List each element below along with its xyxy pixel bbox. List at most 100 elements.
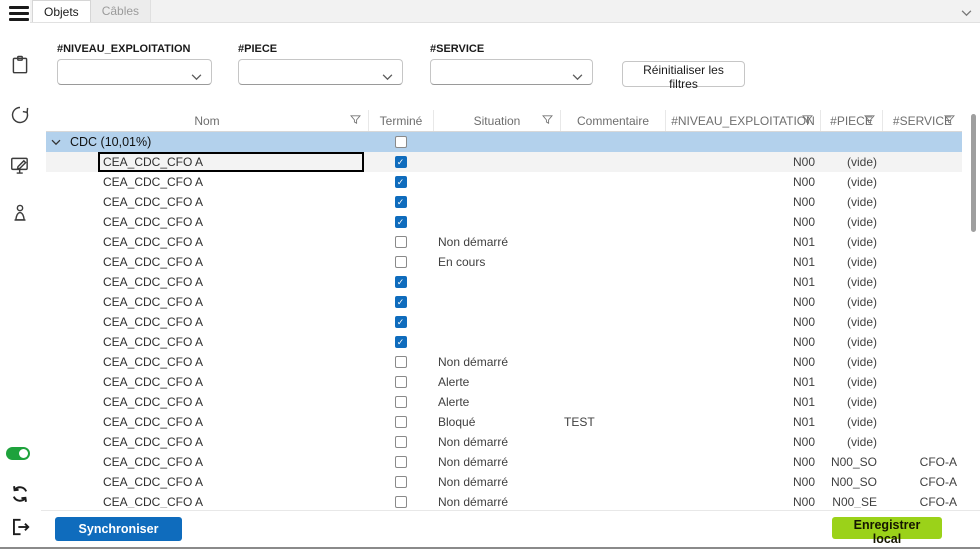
row-niveau-exploitation: N00 bbox=[665, 332, 820, 352]
piece-filter-select[interactable] bbox=[238, 59, 403, 85]
table-row[interactable]: CEA_CDC_CFO A Alerte N01 (vide) bbox=[46, 392, 962, 412]
clipboard-icon[interactable] bbox=[9, 54, 31, 76]
reset-filters-button[interactable]: Réinitialiser les filtres bbox=[622, 61, 745, 87]
table-row[interactable]: CEA_CDC_CFO A Non démarré N00 N00_SO CFO… bbox=[46, 472, 962, 492]
chevron-down-icon bbox=[382, 68, 393, 86]
table-row[interactable]: CEA_CDC_CFO A En cours N01 (vide) bbox=[46, 252, 962, 272]
group-expand-chevron-icon[interactable] bbox=[51, 139, 61, 146]
row-piece: N00_SO bbox=[820, 452, 882, 472]
chevron-down-icon bbox=[191, 68, 202, 86]
tab-cables[interactable]: Câbles bbox=[91, 0, 151, 22]
history-icon[interactable] bbox=[9, 104, 31, 126]
done-checkbox[interactable] bbox=[395, 316, 407, 328]
done-checkbox[interactable] bbox=[395, 416, 407, 428]
done-checkbox[interactable] bbox=[395, 156, 407, 168]
filter-funnel-icon[interactable] bbox=[944, 114, 955, 125]
table-row[interactable]: CEA_CDC_CFO A Non démarré N00 N00_SE CFO… bbox=[46, 492, 962, 508]
table-row[interactable]: CEA_CDC_CFO A N00 (vide) bbox=[46, 312, 962, 332]
table-row[interactable]: CEA_CDC_CFO A Non démarré N00 (vide) bbox=[46, 432, 962, 452]
done-checkbox[interactable] bbox=[395, 216, 407, 228]
done-checkbox[interactable] bbox=[395, 336, 407, 348]
table-row[interactable]: CEA_CDC_CFO A N00 (vide) bbox=[46, 292, 962, 312]
table-row[interactable]: CEA_CDC_CFO A N00 (vide) bbox=[46, 192, 962, 212]
done-checkbox[interactable] bbox=[395, 176, 407, 188]
done-checkbox[interactable] bbox=[395, 436, 407, 448]
table-row[interactable]: CEA_CDC_CFO A Non démarré N00 N00_SO CFO… bbox=[46, 452, 962, 472]
done-checkbox[interactable] bbox=[395, 236, 407, 248]
row-comment bbox=[560, 452, 665, 472]
column-header-situation[interactable]: Situation bbox=[433, 110, 560, 131]
row-niveau-exploitation: N00 bbox=[665, 432, 820, 452]
column-header-commentaire[interactable]: Commentaire bbox=[560, 110, 665, 131]
row-situation: Non démarré bbox=[433, 232, 560, 252]
table-row[interactable]: CEA_CDC_CFO A Non démarré N01 (vide) bbox=[46, 232, 962, 252]
service-filter-select[interactable] bbox=[430, 59, 593, 85]
row-name: CEA_CDC_CFO A bbox=[103, 215, 203, 229]
column-header-niveau_exploitation[interactable]: #NIVEAU_EXPLOITATION bbox=[665, 110, 820, 131]
row-service bbox=[882, 372, 962, 392]
done-checkbox[interactable] bbox=[395, 456, 407, 468]
row-piece: (vide) bbox=[820, 232, 882, 252]
table-body: CEA_CDC_CFO A N00 (vide) CEA_CDC_CFO A N… bbox=[46, 152, 962, 508]
row-piece: N00_SO bbox=[820, 472, 882, 492]
table-row[interactable]: CEA_CDC_CFO A N00 (vide) bbox=[46, 152, 962, 172]
row-niveau-exploitation: N01 bbox=[665, 272, 820, 292]
tab-objets[interactable]: Objets bbox=[32, 0, 91, 22]
done-checkbox[interactable] bbox=[395, 376, 407, 388]
column-header-termine[interactable]: Terminé bbox=[368, 110, 433, 131]
row-piece: (vide) bbox=[820, 352, 882, 372]
table-row[interactable]: CEA_CDC_CFO A Non démarré N00 (vide) bbox=[46, 352, 962, 372]
group-done-checkbox[interactable] bbox=[395, 136, 407, 148]
row-situation bbox=[433, 312, 560, 332]
done-checkbox[interactable] bbox=[395, 476, 407, 488]
table-row[interactable]: CEA_CDC_CFO A N01 (vide) bbox=[46, 272, 962, 292]
row-service bbox=[882, 292, 962, 312]
column-header-nom[interactable]: Nom bbox=[46, 110, 368, 131]
niveau-exploitation-filter-select[interactable] bbox=[57, 59, 212, 85]
screen-edit-icon[interactable] bbox=[9, 154, 31, 176]
table-row[interactable]: CEA_CDC_CFO A N00 (vide) bbox=[46, 332, 962, 352]
done-checkbox[interactable] bbox=[395, 496, 407, 508]
filter-funnel-icon[interactable] bbox=[802, 114, 813, 125]
row-name: CEA_CDC_CFO A bbox=[103, 275, 203, 289]
done-checkbox[interactable] bbox=[395, 256, 407, 268]
row-situation bbox=[433, 332, 560, 352]
synchronize-button[interactable]: Synchroniser bbox=[55, 517, 182, 541]
done-checkbox[interactable] bbox=[395, 276, 407, 288]
row-piece: (vide) bbox=[820, 212, 882, 232]
sync-icon[interactable] bbox=[9, 483, 31, 505]
done-checkbox[interactable] bbox=[395, 356, 407, 368]
online-toggle-icon[interactable] bbox=[6, 447, 30, 460]
done-checkbox[interactable] bbox=[395, 296, 407, 308]
row-service bbox=[882, 332, 962, 352]
save-local-button[interactable]: Enregistrer local bbox=[832, 517, 942, 539]
table-row[interactable]: CEA_CDC_CFO A Alerte N01 (vide) bbox=[46, 372, 962, 392]
row-comment bbox=[560, 392, 665, 412]
logout-icon[interactable] bbox=[9, 516, 31, 538]
row-niveau-exploitation: N00 bbox=[665, 492, 820, 508]
person-marker-icon[interactable] bbox=[9, 202, 31, 224]
column-header-piece[interactable]: #PIECE bbox=[820, 110, 882, 131]
table-row[interactable]: CEA_CDC_CFO A N00 (vide) bbox=[46, 172, 962, 192]
filter-funnel-icon[interactable] bbox=[864, 114, 875, 125]
row-niveau-exploitation: N00 bbox=[665, 212, 820, 232]
row-piece: (vide) bbox=[820, 252, 882, 272]
collapse-chevron-icon[interactable] bbox=[961, 4, 972, 22]
vertical-scrollbar[interactable] bbox=[971, 114, 976, 232]
row-niveau-exploitation: N00 bbox=[665, 352, 820, 372]
row-name: CEA_CDC_CFO A bbox=[103, 375, 203, 389]
column-header-service[interactable]: #SERVICE bbox=[882, 110, 962, 131]
done-checkbox[interactable] bbox=[395, 196, 407, 208]
filter-funnel-icon[interactable] bbox=[350, 114, 361, 125]
row-service bbox=[882, 432, 962, 452]
table-row[interactable]: CEA_CDC_CFO A Bloqué TEST N01 (vide) bbox=[46, 412, 962, 432]
table-row[interactable]: CEA_CDC_CFO A N00 (vide) bbox=[46, 212, 962, 232]
group-label: CDC (10,01%) bbox=[70, 135, 151, 149]
group-row-cdc[interactable]: CDC (10,01%) bbox=[46, 132, 962, 152]
done-checkbox[interactable] bbox=[395, 396, 407, 408]
row-situation: Bloqué bbox=[433, 412, 560, 432]
row-situation: Alerte bbox=[433, 392, 560, 412]
menu-icon[interactable] bbox=[9, 6, 29, 24]
row-piece: (vide) bbox=[820, 392, 882, 412]
filter-funnel-icon[interactable] bbox=[542, 114, 553, 125]
